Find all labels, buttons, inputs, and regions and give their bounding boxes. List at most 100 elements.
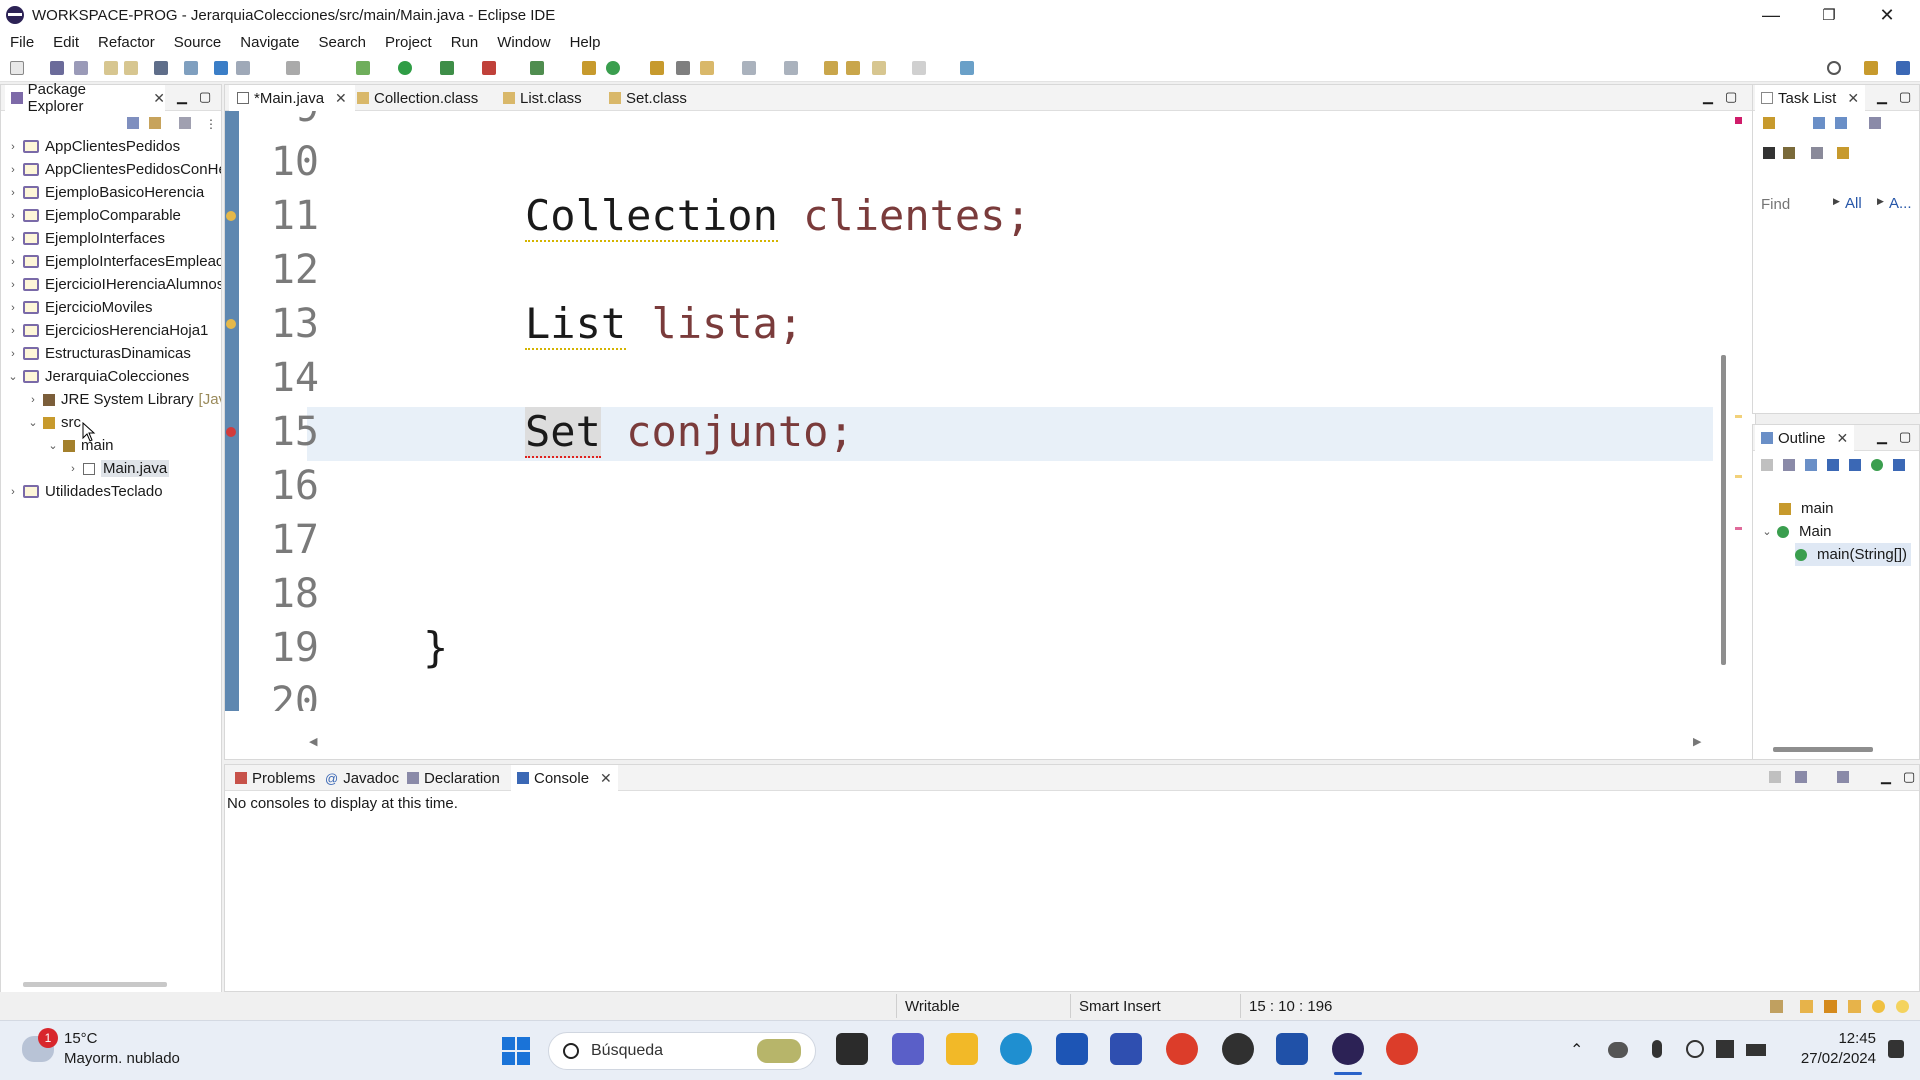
maximize-view-icon[interactable]: ▢ [1903, 769, 1915, 785]
davinci-icon[interactable] [1222, 1033, 1254, 1065]
tab-list-class[interactable]: List.class [495, 85, 590, 111]
close-window-button[interactable]: ✕ [1858, 0, 1916, 30]
tab-console[interactable]: Console ✕ [511, 765, 618, 791]
tree-item[interactable]: ⌄ src [27, 411, 81, 434]
code-line[interactable]: 11 Collection clientes; [225, 191, 1705, 245]
restore-button[interactable]: ❐ [1800, 0, 1858, 30]
collapse-all-icon[interactable] [127, 117, 139, 129]
word-icon[interactable] [1276, 1033, 1308, 1065]
menu-refactor[interactable]: Refactor [98, 34, 155, 51]
store-icon[interactable] [1056, 1033, 1088, 1065]
error-overview-marker[interactable] [1735, 527, 1742, 530]
chevron-right-icon[interactable]: › [7, 279, 19, 291]
new-icon[interactable] [10, 61, 24, 75]
chevron-down-icon[interactable]: ⌄ [27, 416, 39, 429]
whitespace-icon[interactable] [286, 61, 300, 75]
start-button[interactable] [502, 1037, 530, 1065]
maximize-view-icon[interactable]: ▢ [1899, 89, 1911, 105]
task-activate-link[interactable]: A... [1889, 195, 1912, 212]
code-editor[interactable]: 9 10 11 Collection clientes; 12 13 List lista;… [225, 111, 1713, 711]
hide-nonpublic-icon[interactable] [1871, 459, 1883, 471]
task-all-link[interactable]: All [1845, 195, 1862, 212]
hide-local-types-icon[interactable] [1893, 459, 1905, 471]
tab-set-class[interactable]: Set.class [601, 85, 695, 111]
redo-icon[interactable] [124, 61, 138, 75]
tree-item[interactable]: › JRE System Library[Java [27, 388, 221, 411]
code-line[interactable]: 13 List lista; [225, 299, 1705, 353]
tree-item[interactable]: › EjercicioIHerenciaAlumnos [7, 273, 221, 296]
minimize-view-icon[interactable]: ▁ [1877, 89, 1887, 105]
tree-item[interactable]: › EstructurasDinamicas [7, 342, 191, 365]
scroll-right-icon[interactable]: ▶ [1693, 735, 1701, 748]
chevron-right-icon[interactable]: › [67, 463, 79, 475]
tree-item[interactable]: › EjemploBasicoHerencia [7, 181, 204, 204]
maximize-view-icon[interactable]: ▢ [199, 89, 211, 105]
close-icon[interactable]: ✕ [1847, 90, 1859, 107]
tree-item[interactable]: › UtilidadesTeclado [7, 480, 162, 503]
chevron-down-icon[interactable]: ⌄ [7, 370, 19, 383]
close-icon[interactable]: ✕ [153, 90, 165, 107]
chevron-right-icon[interactable]: › [7, 210, 19, 222]
code-line[interactable]: 20 [225, 677, 1705, 711]
status-trim-icon[interactable] [1770, 1000, 1783, 1013]
tree-item[interactable]: › EjemploComparable [7, 204, 181, 227]
block-select-icon[interactable] [236, 61, 250, 75]
code-line[interactable]: 14 [225, 353, 1705, 407]
code-line[interactable]: 9 [225, 111, 1705, 137]
open-perspective-icon[interactable] [1864, 61, 1878, 75]
hide-static-icon[interactable] [1849, 459, 1861, 471]
minimize-editor-icon[interactable]: ▁ [1703, 89, 1713, 105]
mark-icon[interactable] [214, 61, 228, 75]
collapse-icon[interactable] [1811, 147, 1823, 159]
tab-package-explorer[interactable]: Package Explorer ✕ [5, 81, 165, 115]
new-task-icon[interactable] [1763, 117, 1775, 129]
code-line[interactable]: 15 Set conjunto; [271, 407, 1713, 461]
maximize-view-icon[interactable]: ▢ [1899, 429, 1911, 445]
editor-horizontal-scrollbar[interactable]: ◀ ▶ [225, 735, 1713, 753]
filter-icon[interactable] [179, 117, 191, 129]
tree-item[interactable]: › Main.java [67, 457, 170, 480]
menu-window[interactable]: Window [497, 34, 550, 51]
editor-vertical-scrollbar[interactable] [1721, 355, 1726, 665]
microphone-icon[interactable] [1652, 1040, 1662, 1058]
clock-date[interactable]: 27/02/2024 [1784, 1050, 1876, 1067]
open-console-icon[interactable] [1837, 771, 1849, 783]
pin-console-icon[interactable] [1769, 771, 1781, 783]
back-icon[interactable] [846, 61, 860, 75]
status-trim-icon[interactable] [1824, 1000, 1837, 1013]
status-trim-icon[interactable] [1872, 1000, 1885, 1013]
forward-nav-icon[interactable] [912, 61, 926, 75]
tree-item[interactable]: › EjemploInterfacesEmpleac [7, 250, 221, 273]
close-tab-icon[interactable]: ✕ [335, 90, 347, 107]
teams-icon[interactable] [892, 1033, 924, 1065]
notifications-icon[interactable] [1888, 1040, 1904, 1058]
menu-edit[interactable]: Edit [53, 34, 79, 51]
tab-javadoc[interactable]: @ Javadoc [321, 765, 403, 791]
warning-overview-marker[interactable] [1735, 475, 1742, 478]
maximize-editor-icon[interactable]: ▢ [1725, 89, 1737, 105]
tab-outline[interactable]: Outline ✕ [1755, 425, 1855, 451]
back-nav-icon[interactable] [872, 61, 886, 75]
chevron-right-icon[interactable]: › [7, 325, 19, 337]
tip-icon[interactable] [1896, 1000, 1909, 1013]
chrome-icon[interactable] [1386, 1033, 1418, 1065]
brace-token[interactable]: } [423, 623, 448, 672]
tab-main-java[interactable]: *Main.java ✕ [229, 85, 355, 111]
tab-declaration[interactable]: Declaration [403, 765, 504, 791]
code-line[interactable]: 10 [225, 137, 1705, 191]
scheduled-icon[interactable] [1835, 117, 1847, 129]
network-icon[interactable] [1686, 1040, 1704, 1058]
chevron-right-icon[interactable]: › [7, 302, 19, 314]
chevron-right-icon[interactable]: › [7, 187, 19, 199]
tree-item[interactable]: › EjemploInterfaces [7, 227, 165, 250]
last-edit-icon[interactable] [824, 61, 838, 75]
prev-annotation-icon[interactable] [784, 61, 798, 75]
tab-collection-class[interactable]: Collection.class [349, 85, 486, 111]
menu-project[interactable]: Project [385, 34, 432, 51]
chevron-down-icon[interactable]: ⌄ [47, 439, 59, 452]
undo-icon[interactable] [104, 61, 118, 75]
weather-description[interactable]: Mayorm. nublado [64, 1050, 180, 1067]
weather-temp[interactable]: 15°C [64, 1030, 98, 1047]
focus-icon[interactable] [1869, 117, 1881, 129]
search-icon[interactable] [1827, 61, 1841, 75]
